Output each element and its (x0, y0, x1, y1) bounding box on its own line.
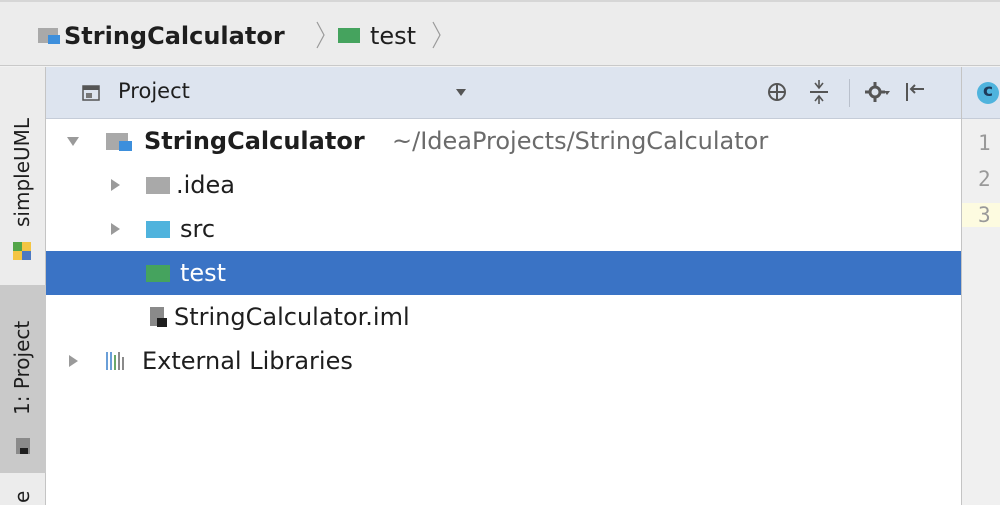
collapsed-arrow-icon[interactable] (108, 222, 122, 236)
project-tab-label: 1: Project (10, 320, 34, 415)
module-file-icon (150, 307, 167, 327)
tree-root-path: ~/IdeaProjects/StringCalculator (392, 127, 769, 155)
chevron-right-icon (432, 21, 441, 49)
collapse-all-icon[interactable] (806, 79, 832, 105)
tree-item-label: External Libraries (142, 347, 353, 375)
tree-item-label: test (180, 259, 227, 287)
tree-item-label: StringCalculator.iml (174, 303, 410, 331)
tree-row-iml[interactable]: StringCalculator.iml (46, 295, 961, 339)
scroll-from-source-icon[interactable] (764, 79, 790, 105)
simpleuml-icon (13, 242, 31, 260)
editor-area: c 1 2 3 (961, 67, 1000, 505)
tool-window-strip: simpleUML 1: Project e (0, 67, 46, 505)
partial-tab-label[interactable]: e (10, 491, 34, 503)
tree-row-external-libraries[interactable]: External Libraries (46, 339, 961, 383)
header-separator (849, 79, 850, 107)
editor-tab-letter: c (983, 81, 994, 101)
libraries-icon (106, 352, 124, 370)
line-number-gutter: 1 2 3 (962, 119, 1000, 505)
tree-item-label: src (180, 215, 216, 243)
project-panel: Project StringCalculator ~/IdeaProjects/… (46, 67, 961, 505)
expanded-arrow-icon[interactable] (66, 134, 80, 148)
test-folder-icon (146, 265, 170, 282)
line-number: 3 (962, 203, 1000, 227)
project-view-selector[interactable]: Project (118, 79, 190, 103)
tree-row-test[interactable]: test (46, 251, 961, 295)
breadcrumb-project[interactable]: StringCalculator (64, 22, 285, 50)
collapsed-arrow-icon[interactable] (66, 354, 80, 368)
project-folder-icon (38, 28, 60, 44)
breadcrumb-folder[interactable]: test (370, 22, 416, 50)
collapsed-arrow-icon[interactable] (108, 178, 122, 192)
source-folder-icon (146, 221, 170, 238)
navigation-bar: StringCalculator test (0, 0, 1000, 66)
tree-row-src[interactable]: src (46, 207, 961, 251)
simpleuml-label: simpleUML (10, 117, 34, 227)
project-tool-icon (16, 438, 30, 454)
tree-row-root[interactable]: StringCalculator ~/IdeaProjects/StringCa… (46, 119, 961, 163)
tree-row-idea[interactable]: .idea (46, 163, 961, 207)
tree-item-label: .idea (176, 171, 236, 199)
gear-icon[interactable] (864, 79, 890, 105)
tab-simpleuml[interactable]: simpleUML (0, 67, 46, 275)
folder-icon (146, 177, 170, 194)
tree-root-name: StringCalculator (144, 127, 365, 155)
chevron-right-icon (316, 21, 325, 49)
editor-tab[interactable]: c (962, 67, 1000, 119)
project-folder-icon (106, 133, 132, 151)
line-number: 1 (978, 131, 991, 155)
hide-panel-icon[interactable] (902, 79, 928, 105)
project-view-icon (82, 85, 100, 101)
test-folder-icon (338, 28, 360, 43)
project-panel-header: Project (46, 67, 961, 119)
tab-project[interactable]: 1: Project (0, 285, 46, 473)
line-number: 2 (978, 167, 991, 191)
dropdown-icon[interactable] (456, 89, 466, 97)
